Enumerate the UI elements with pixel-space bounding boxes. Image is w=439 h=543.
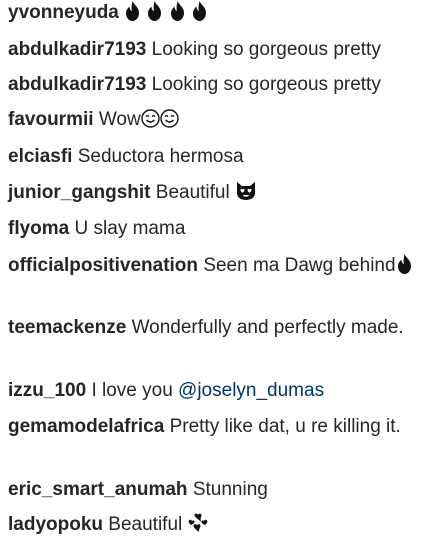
comment-item: elciasfi Seductora hermosa [8, 139, 432, 174]
comment-text: Wonderfully and perfectly made. [131, 317, 404, 338]
comment-item: abdulkadir7193 Looking so gorgeous prett… [8, 32, 432, 67]
smiling-face-icon [160, 109, 179, 128]
comment-username[interactable]: abdulkadir7193 [8, 74, 146, 95]
comment-text: Pretty like dat, u re killing it. [169, 416, 401, 437]
comment-username[interactable]: ladyopoku [8, 514, 103, 535]
comment-text: U slay mama [74, 218, 186, 239]
comment-username[interactable]: gemamodelafrica [8, 416, 164, 437]
comment-item: favourmii Wow [8, 102, 432, 137]
fire-icon [146, 1, 163, 21]
comment-username[interactable]: officialpositivenation [8, 255, 198, 276]
comment-item: junior_gangshit Beautiful [8, 175, 432, 210]
comment-username[interactable]: elciasfi [8, 146, 72, 167]
fire-icon [124, 1, 141, 21]
comment-username[interactable]: abdulkadir7193 [8, 39, 146, 60]
comment-item: yvonneyuda [8, 0, 432, 30]
comment-username[interactable]: yvonneyuda [8, 2, 119, 23]
comment-item: izzu_100 I love you @joselyn_dumas [8, 373, 432, 408]
comment-username[interactable]: flyoma [8, 218, 69, 239]
comment-username[interactable]: izzu_100 [8, 380, 86, 401]
comment-username[interactable]: favourmii [8, 109, 94, 130]
comment-item: officialpositivenation Seen ma Dawg behi… [8, 251, 432, 281]
comment-username[interactable]: junior_gangshit [8, 182, 151, 203]
comment-item: gemamodelafrica Pretty like dat, u re ki… [8, 412, 432, 442]
comment-text: Beautiful [108, 514, 183, 535]
comment-text: Stunning [192, 479, 268, 500]
comment-list: yvonneyuda abdulkadir7193 Looking so gor… [0, 0, 439, 543]
fire-icon [169, 1, 186, 21]
comment-text: I love you [91, 380, 173, 401]
comment-text: Looking so gorgeous pretty [151, 74, 381, 95]
comment-text: Seen ma Dawg behind [203, 255, 396, 276]
fire-icon [191, 1, 208, 21]
comment-item: abdulkadir7193 Looking so gorgeous prett… [8, 67, 432, 102]
comment-text: Looking so gorgeous pretty [151, 39, 381, 60]
comment-username[interactable]: teemackenze [8, 317, 126, 338]
comment-text: Beautiful [155, 182, 230, 203]
heart-eyes-cat-icon [235, 181, 257, 201]
mention-link[interactable]: @joselyn_dumas [178, 380, 324, 401]
comment-item: eric_smart_anumah Stunning [8, 472, 432, 507]
revolving-hearts-icon [188, 513, 208, 533]
comment-text: Wow [98, 109, 141, 130]
comment-item: ladyopoku Beautiful [8, 507, 432, 542]
smiling-face-icon [141, 109, 160, 128]
comment-username[interactable]: eric_smart_anumah [8, 479, 188, 500]
fire-icon [396, 254, 413, 274]
comment-text: Seductora hermosa [77, 146, 244, 167]
comment-item: teemackenze Wonderfully and perfectly ma… [8, 313, 432, 343]
comment-item: flyoma U slay mama [8, 211, 432, 246]
